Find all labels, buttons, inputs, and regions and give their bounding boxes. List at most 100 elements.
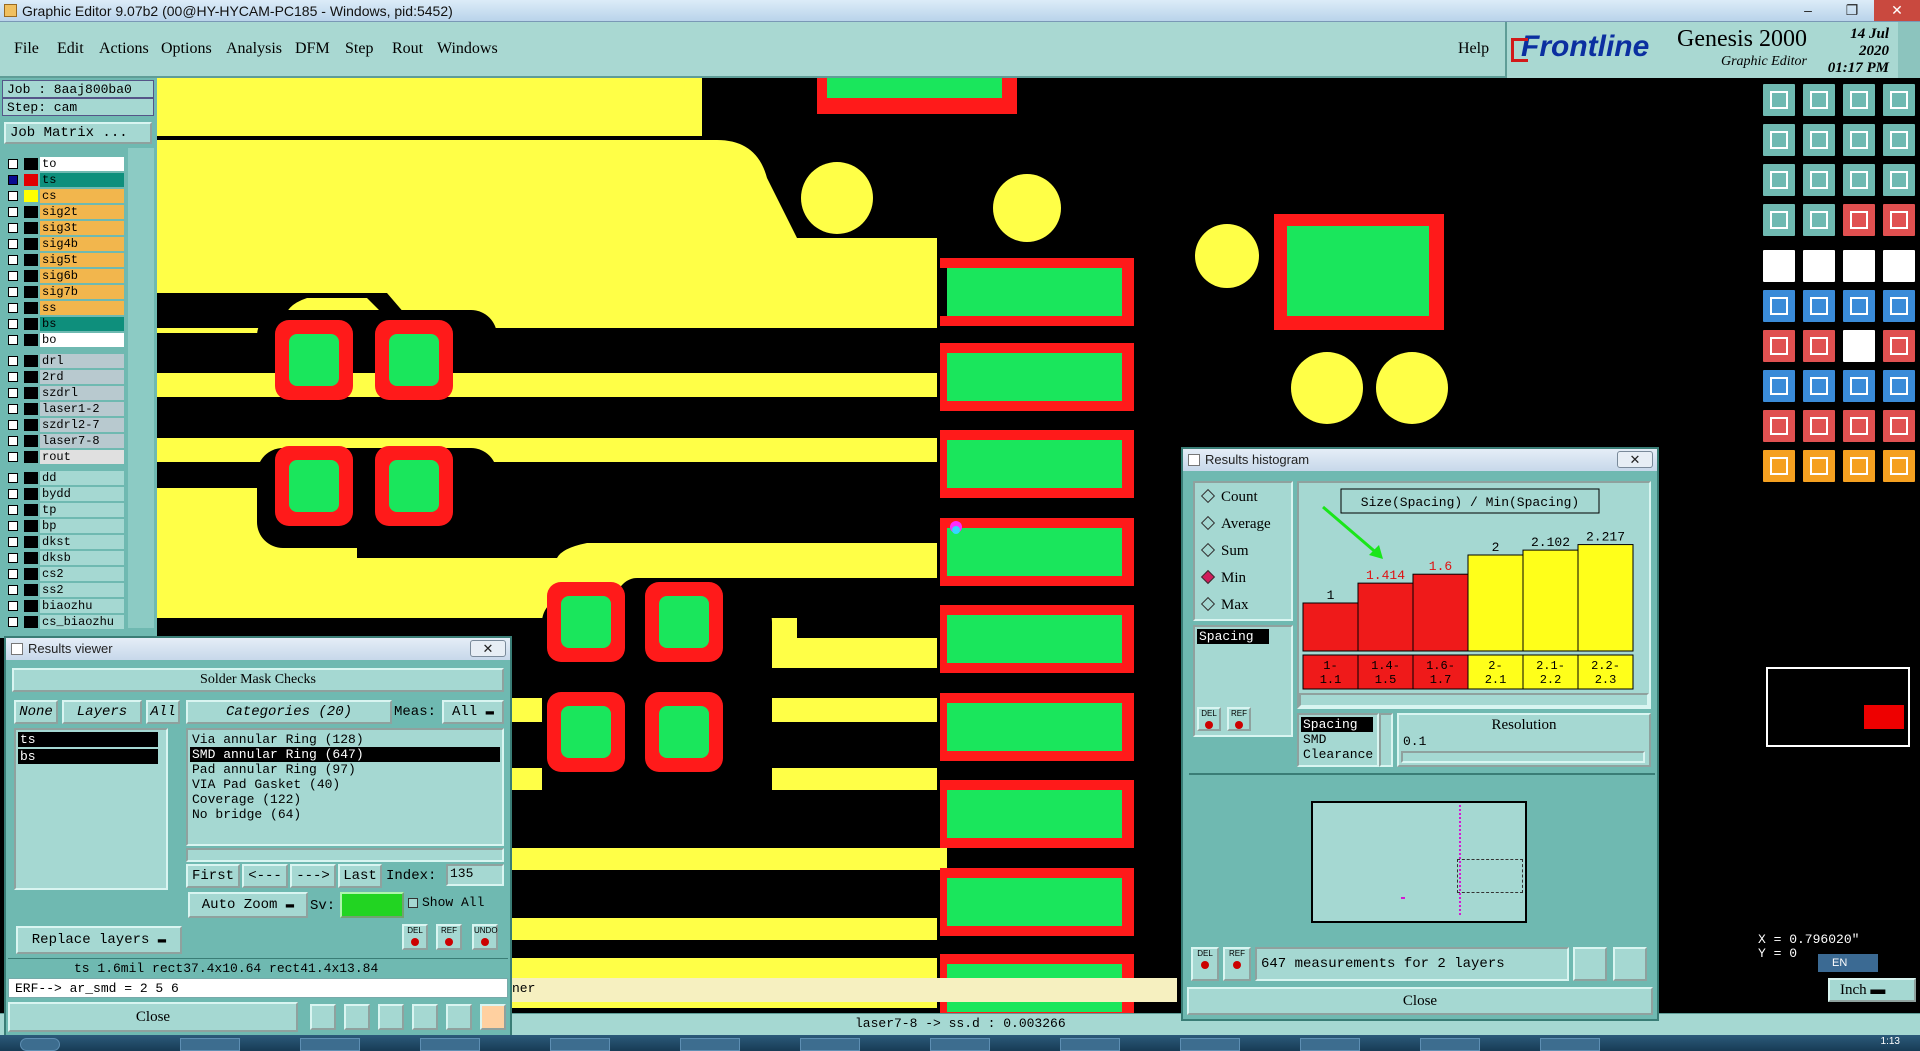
- layer-color-swatch[interactable]: [24, 222, 38, 234]
- preview-board[interactable]: [1311, 801, 1527, 923]
- del-button[interactable]: DEL: [402, 924, 428, 950]
- histogram-bar[interactable]: [1357, 582, 1414, 652]
- layer-color-swatch[interactable]: [24, 616, 38, 628]
- last-button[interactable]: Last: [338, 864, 382, 888]
- layer-name[interactable]: dksb: [40, 551, 124, 565]
- layer-checkbox[interactable]: [8, 617, 18, 627]
- layer-name[interactable]: rout: [40, 450, 124, 464]
- pencil-icon[interactable]: [1761, 328, 1797, 364]
- ref-button[interactable]: REF: [436, 924, 462, 950]
- layer-name[interactable]: sig3t: [40, 221, 124, 235]
- layer-checkbox[interactable]: [8, 271, 18, 281]
- layer-name[interactable]: to: [40, 157, 124, 171]
- minus-icon[interactable]: [1801, 368, 1837, 404]
- layer-color-swatch[interactable]: [24, 520, 38, 532]
- layer-name[interactable]: szdrl: [40, 386, 124, 400]
- layers-icon[interactable]: [1881, 202, 1917, 238]
- layer-result-item[interactable]: ts: [18, 732, 158, 747]
- histogram-close-icon[interactable]: ✕: [1617, 451, 1653, 468]
- layer-checkbox[interactable]: [8, 388, 18, 398]
- layer-name[interactable]: tp: [40, 503, 124, 517]
- layer-checkbox[interactable]: [8, 287, 18, 297]
- taskbar-app[interactable]: [1180, 1038, 1240, 1051]
- arrow-icon[interactable]: [1761, 448, 1797, 484]
- taskbar-app[interactable]: [300, 1038, 360, 1051]
- layer-color-swatch[interactable]: [24, 472, 38, 484]
- layer-color-swatch[interactable]: [24, 488, 38, 500]
- slash-icon[interactable]: [1801, 328, 1837, 364]
- layer-name[interactable]: sig7b: [40, 285, 124, 299]
- a3-icon[interactable]: [1881, 408, 1917, 444]
- filter-item-clearance[interactable]: Clearance: [1301, 747, 1375, 762]
- layer-color-swatch[interactable]: [24, 318, 38, 330]
- open-icon[interactable]: [1801, 82, 1837, 118]
- layer-result-item[interactable]: bs: [18, 749, 158, 764]
- layer-checkbox[interactable]: [8, 585, 18, 595]
- taskbar-app[interactable]: [1060, 1038, 1120, 1051]
- center-icon[interactable]: [1801, 162, 1837, 198]
- layer-list-scrollbar[interactable]: [128, 148, 154, 628]
- zoom-dropdown[interactable]: Auto Zoom ▬: [188, 892, 308, 918]
- brand-scrollbar[interactable]: [1898, 22, 1920, 78]
- layer-checkbox[interactable]: [8, 255, 18, 265]
- hist-ref-button[interactable]: REF: [1227, 707, 1251, 731]
- layer-color-swatch[interactable]: [24, 206, 38, 218]
- menu-help[interactable]: Help: [1458, 40, 1489, 58]
- fit-icon[interactable]: [1761, 162, 1797, 198]
- layer-name[interactable]: cs_biaozhu: [40, 615, 124, 629]
- menu-options[interactable]: Options: [161, 40, 212, 58]
- pan-icon[interactable]: [1841, 122, 1877, 158]
- a2-icon[interactable]: [1841, 408, 1877, 444]
- category-hscrollbar[interactable]: [186, 848, 504, 862]
- filter-item-spacing[interactable]: Spacing: [1301, 717, 1373, 732]
- zoom-area-icon[interactable]: [1613, 947, 1647, 981]
- layer-color-swatch[interactable]: [24, 355, 38, 367]
- filter-item-smd[interactable]: SMD: [1301, 732, 1375, 747]
- mirror-icon[interactable]: [1841, 368, 1877, 404]
- layer-name[interactable]: dd: [40, 471, 124, 485]
- layer-checkbox[interactable]: [8, 553, 18, 563]
- mode-max-radio[interactable]: Max: [1203, 597, 1249, 614]
- layer-color-swatch[interactable]: [24, 190, 38, 202]
- ruler-icon[interactable]: [1841, 248, 1877, 284]
- layer-color-swatch[interactable]: [24, 270, 38, 282]
- layer-name[interactable]: bo: [40, 333, 124, 347]
- draw-icon[interactable]: [1801, 248, 1837, 284]
- layer-checkbox[interactable]: [8, 521, 18, 531]
- connect-icon[interactable]: [1761, 368, 1797, 404]
- filter-list-scrollbar[interactable]: [1379, 713, 1393, 767]
- bar-chart-icon[interactable]: [480, 1004, 506, 1030]
- layer-checkbox[interactable]: [8, 601, 18, 611]
- layer-name[interactable]: ss2: [40, 583, 124, 597]
- layer-color-swatch[interactable]: [24, 254, 38, 266]
- layer-checkbox[interactable]: [8, 239, 18, 249]
- menu-rout[interactable]: Rout: [392, 40, 423, 58]
- arrow2-icon[interactable]: [1801, 448, 1837, 484]
- layer-checkbox[interactable]: [8, 569, 18, 579]
- mode-sum-radio[interactable]: Sum: [1203, 543, 1249, 560]
- layer-color-swatch[interactable]: [24, 435, 38, 447]
- question-icon[interactable]: [1881, 162, 1917, 198]
- arc-icon[interactable]: [1881, 288, 1917, 324]
- preview-ref-button[interactable]: REF: [1223, 947, 1251, 981]
- all-button[interactable]: All: [146, 700, 180, 724]
- layer-color-swatch[interactable]: [24, 174, 38, 186]
- layer-name[interactable]: sig4b: [40, 237, 124, 251]
- first-button[interactable]: First: [186, 864, 240, 888]
- layer-color-swatch[interactable]: [24, 286, 38, 298]
- index-input[interactable]: 135: [446, 864, 504, 886]
- layer-checkbox[interactable]: [8, 356, 18, 366]
- mode-count-radio[interactable]: Count: [1203, 489, 1258, 506]
- layer-color-swatch[interactable]: [24, 568, 38, 580]
- layer-name[interactable]: sig2t: [40, 205, 124, 219]
- undo-button[interactable]: UNDO: [472, 924, 498, 950]
- home-icon[interactable]: [1841, 82, 1877, 118]
- layer-checkbox[interactable]: [8, 207, 18, 217]
- triangle-icon[interactable]: [1761, 408, 1797, 444]
- layer-name[interactable]: biaozhu: [40, 599, 124, 613]
- show-all-checkbox[interactable]: [408, 898, 418, 908]
- menu-analysis[interactable]: Analysis: [226, 40, 282, 58]
- taskbar-app[interactable]: [800, 1038, 860, 1051]
- replace-layers-dropdown[interactable]: Replace layers ▬: [16, 926, 182, 954]
- measure-icon[interactable]: [310, 1004, 336, 1030]
